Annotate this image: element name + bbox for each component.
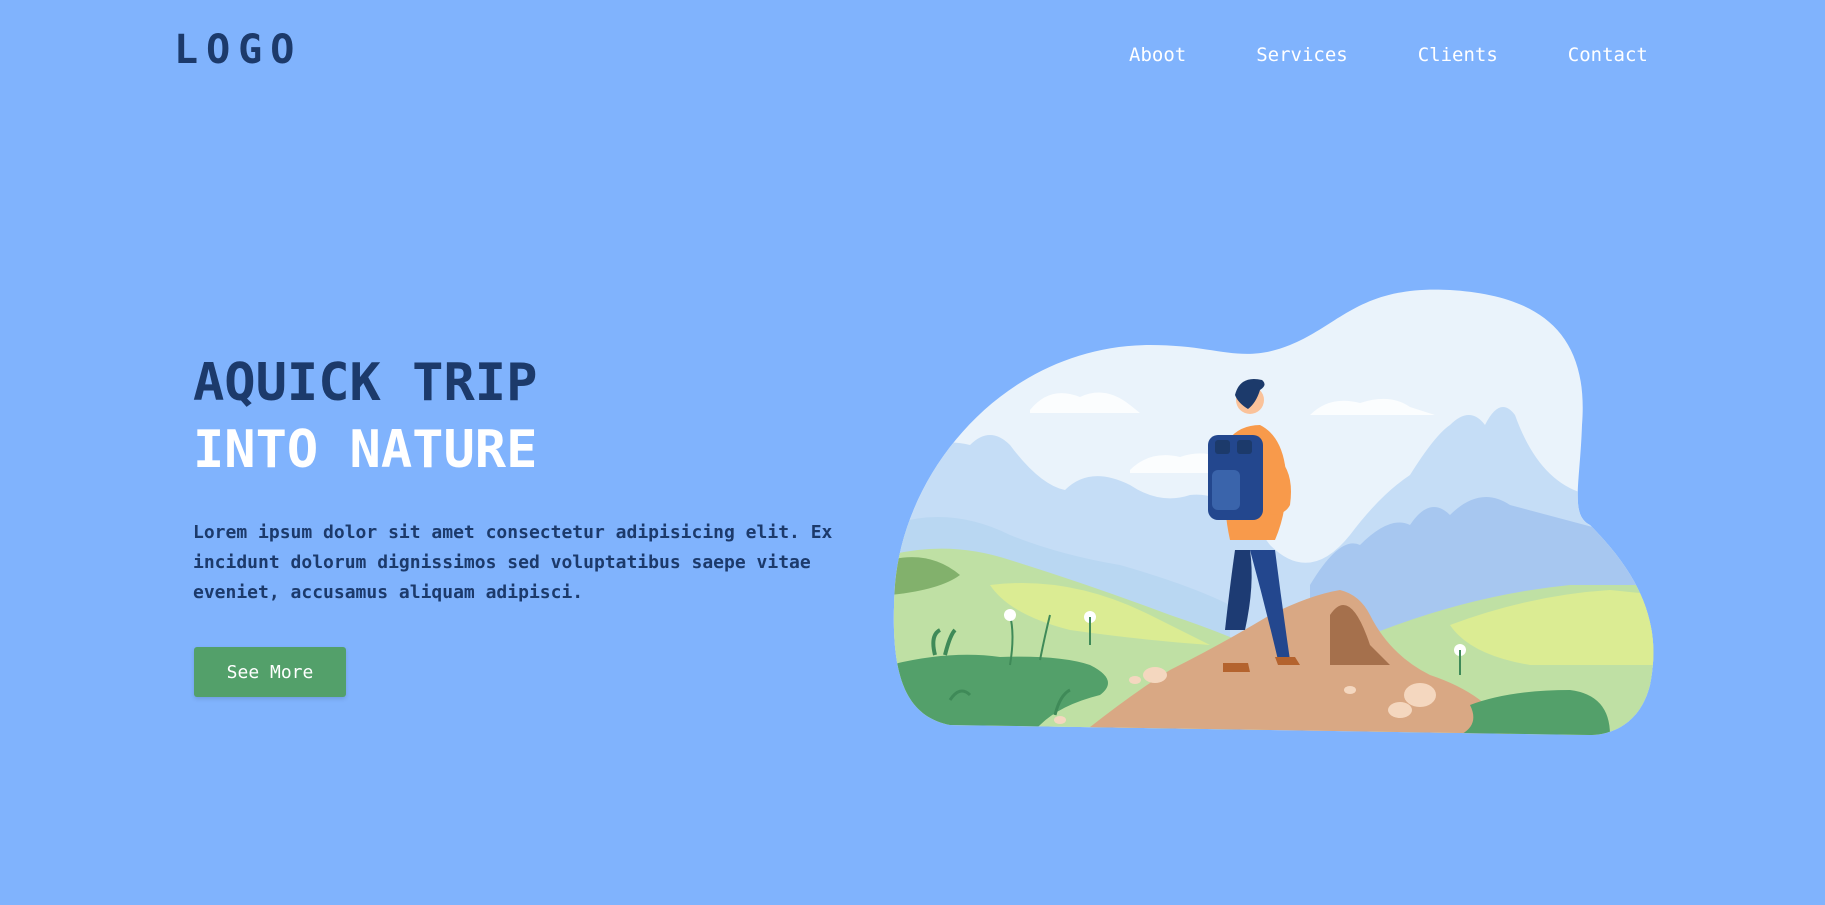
see-more-button[interactable]: See More xyxy=(194,647,346,697)
hero-title-line1: AQUICK TRIP xyxy=(193,353,538,413)
nav-link-contact[interactable]: Contact xyxy=(1568,44,1648,67)
hiker-illustration xyxy=(893,289,1654,735)
hero-title-line2: INTO NATURE xyxy=(193,420,538,480)
nav-link-about[interactable]: Aboot xyxy=(1129,44,1186,67)
nav-link-services[interactable]: Services xyxy=(1256,44,1348,67)
hero-description: Lorem ipsum dolor sit amet consectetur a… xyxy=(193,522,833,603)
logo[interactable]: LOGO xyxy=(174,30,302,70)
main-nav: Aboot Services Clients Contact xyxy=(1129,44,1648,67)
nav-link-clients[interactable]: Clients xyxy=(1418,44,1498,67)
hero-title: AQUICK TRIP INTO NATURE xyxy=(193,350,537,484)
